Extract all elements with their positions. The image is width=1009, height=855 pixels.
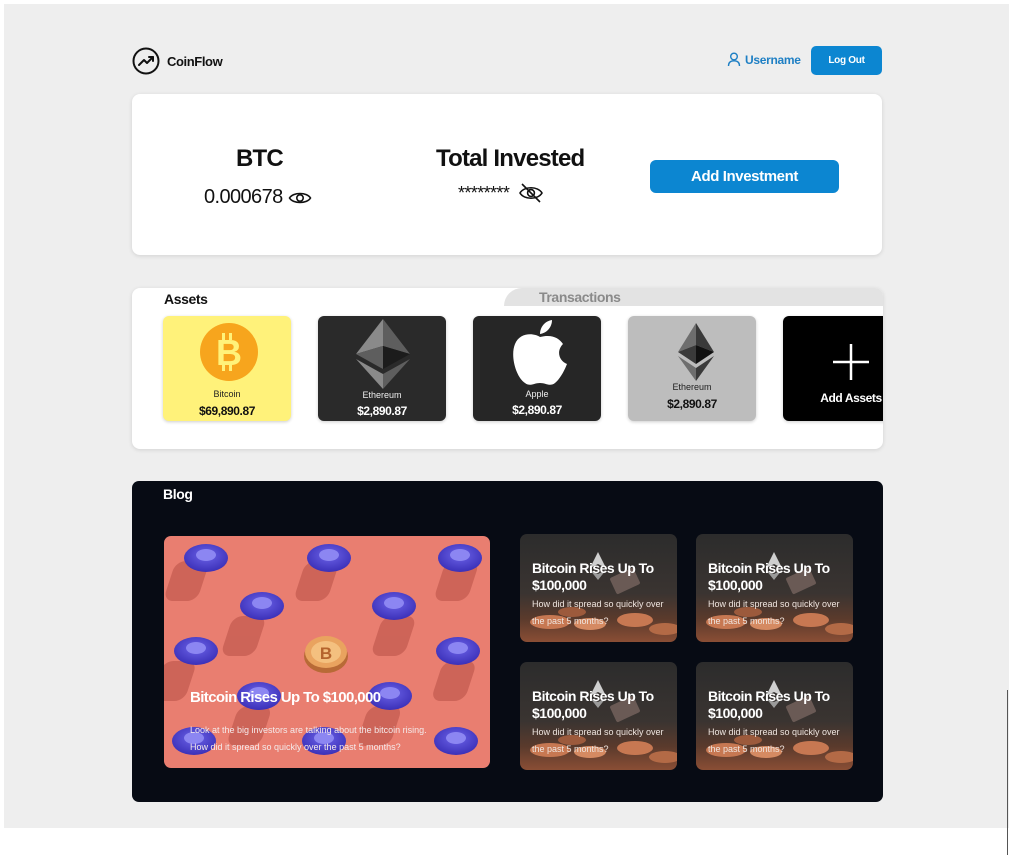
blog-section: Blog B Bitcoin Rises Up To $100,000 Look… xyxy=(132,481,883,802)
trending-up-logo-icon xyxy=(132,47,160,75)
asset-card-bitcoin[interactable]: B Bitcoin $69,890.87 xyxy=(163,316,291,421)
post-excerpt: How did it spread so quickly over the pa… xyxy=(708,599,840,626)
btc-value: 0.000678 xyxy=(204,186,283,208)
add-assets-button[interactable]: Add Assets xyxy=(783,316,883,421)
asset-card-ethereum-2[interactable]: Ethereum $2,890.87 xyxy=(628,316,756,421)
blog-title: Blog xyxy=(163,486,193,502)
eye-off-icon[interactable] xyxy=(518,182,544,204)
tab-assets[interactable]: Assets xyxy=(164,291,208,307)
post-title: Bitcoin Rises Up To $100,000 xyxy=(532,688,654,721)
username-label: Username xyxy=(745,52,801,67)
bitcoin-icon: B xyxy=(200,323,258,381)
asset-name: Ethereum xyxy=(672,382,712,392)
apple-icon xyxy=(513,320,567,385)
asset-price: $2,890.87 xyxy=(512,403,562,417)
btc-title: BTC xyxy=(236,145,284,172)
eye-icon[interactable] xyxy=(288,190,312,206)
asset-card-ethereum[interactable]: Ethereum $2,890.87 xyxy=(318,316,446,421)
logout-button[interactable]: Log Out xyxy=(811,46,882,75)
post-title: Bitcoin Rises Up To $100,000 xyxy=(708,560,830,593)
asset-price: $2,890.87 xyxy=(357,404,407,418)
user-profile-link[interactable]: Username xyxy=(727,52,801,67)
add-assets-label: Add Assets xyxy=(820,391,882,405)
blog-post-card[interactable]: Bitcoin Rises Up To $100,000 How did it … xyxy=(520,662,677,770)
featured-blog-post[interactable]: B Bitcoin Rises Up To $100,000 Look at t… xyxy=(164,536,490,768)
ethereum-icon xyxy=(678,323,714,381)
asset-card-apple[interactable]: Apple $2,890.87 xyxy=(473,316,601,421)
total-invested-balance: ******** xyxy=(458,182,544,204)
assets-panel: Assets Transactions B Bitcoin $69,890.87… xyxy=(132,288,883,449)
blog-post-card[interactable]: Bitcoin Rises Up To $100,000 How did it … xyxy=(520,534,677,642)
asset-price: $2,890.87 xyxy=(667,397,717,411)
asset-price: $69,890.87 xyxy=(198,404,256,418)
post-excerpt: How did it spread so quickly over the pa… xyxy=(532,599,664,626)
bitcoin-coin-icon: B xyxy=(304,636,348,673)
user-icon xyxy=(727,52,741,67)
svg-text:B: B xyxy=(320,644,332,663)
post-title: Bitcoin Rises Up To $100,000 xyxy=(708,688,830,721)
divider xyxy=(1007,690,1008,855)
total-invested-value: ******** xyxy=(458,182,510,203)
post-title: Bitcoin Rises Up To $100,000 xyxy=(532,560,654,593)
total-invested-title: Total Invested xyxy=(436,145,585,172)
blog-post-card[interactable]: Bitcoin Rises Up To $100,000 How did it … xyxy=(696,534,853,642)
brand-name: CoinFlow xyxy=(167,54,223,69)
featured-post-title: Bitcoin Rises Up To $100,000 xyxy=(190,689,381,706)
tab-transactions[interactable]: Transactions xyxy=(504,288,883,306)
asset-name: Ethereum xyxy=(362,390,402,400)
tab-transactions-label: Transactions xyxy=(539,289,621,305)
asset-name: Apple xyxy=(525,389,549,399)
blog-post-card[interactable]: Bitcoin Rises Up To $100,000 How did it … xyxy=(696,662,853,770)
post-excerpt: How did it spread so quickly over the pa… xyxy=(708,727,840,754)
btc-balance: 0.000678 xyxy=(204,186,312,209)
post-excerpt: How did it spread so quickly over the pa… xyxy=(532,727,664,754)
portfolio-summary-card: BTC 0.000678 Total Invested ******** Add… xyxy=(132,94,882,255)
asset-name: Bitcoin xyxy=(213,389,241,399)
add-investment-button[interactable]: Add Investment xyxy=(650,160,839,193)
ethereum-icon xyxy=(356,319,410,389)
plus-icon xyxy=(833,344,869,380)
featured-post-excerpt: Look at the big investors are talking ab… xyxy=(190,725,427,752)
